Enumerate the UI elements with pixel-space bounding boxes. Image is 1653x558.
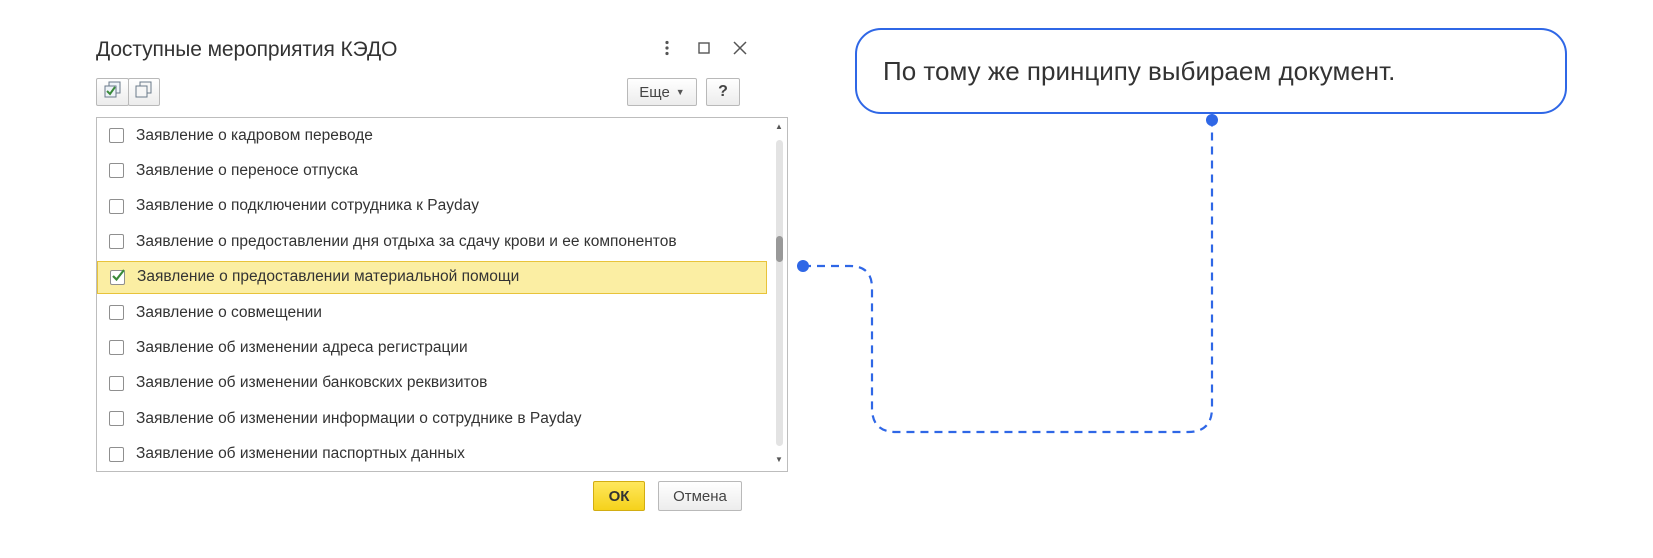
- scroll-up-icon[interactable]: ▲: [773, 120, 785, 132]
- events-list: Заявление о кадровом переводе Заявление о…: [96, 117, 788, 472]
- checkbox[interactable]: [109, 375, 124, 391]
- list-item[interactable]: Заявление о предоставлении материальной …: [97, 260, 767, 294]
- checkbox[interactable]: [109, 128, 124, 143]
- ok-button[interactable]: ОК: [593, 481, 645, 511]
- list-item-label: Заявление о предоставлении материальной …: [137, 268, 520, 286]
- more-button-label: Еще: [639, 83, 670, 101]
- check-all-button[interactable]: [96, 78, 129, 106]
- list-item-label: Заявление о предоставлении дня отдыха за…: [136, 232, 677, 250]
- help-button[interactable]: ?: [706, 78, 740, 106]
- list-item-label: Заявление о кадровом переводе: [136, 126, 373, 144]
- checkbox[interactable]: [109, 198, 124, 214]
- list-item-label: Заявление о совмещении: [136, 303, 322, 321]
- checkbox[interactable]: [109, 234, 124, 250]
- kedo-events-dialog: Доступные мероприятия КЭДО Еще ▼ ? Заявл…: [82, 22, 802, 522]
- callout-bubble: По тому же принципу выбираем документ.: [855, 28, 1567, 114]
- list-item-label: Заявление об изменении адреса регистраци…: [136, 338, 468, 356]
- callout-text: По тому же принципу выбираем документ.: [883, 55, 1396, 86]
- chevron-down-icon: ▼: [675, 87, 685, 97]
- checkbox[interactable]: [109, 411, 124, 427]
- cancel-button[interactable]: Отмена: [658, 481, 742, 511]
- list-item-label: Заявление о подключении сотрудника к Pay…: [136, 197, 479, 215]
- close-icon[interactable]: [728, 36, 752, 60]
- checkmark-icon: [112, 268, 125, 281]
- dialog-title: Доступные мероприятия КЭДО: [96, 38, 398, 61]
- list-item[interactable]: Заявление об изменении паспортных данных: [97, 438, 767, 471]
- list-item[interactable]: Заявление о кадровом переводе: [97, 119, 767, 152]
- scroll-track[interactable]: [776, 140, 783, 446]
- uncheck-all-icon: [134, 81, 154, 104]
- checkbox[interactable]: [109, 305, 124, 320]
- list-item-label: Заявление об изменении паспортных данных: [136, 445, 465, 463]
- list-item-label: Заявление об изменении банковских реквиз…: [136, 374, 488, 392]
- checkbox-checked[interactable]: [110, 268, 125, 285]
- uncheck-all-button[interactable]: [128, 78, 160, 106]
- list-item-label: Заявление об изменении информации о сотр…: [136, 409, 582, 427]
- list-item[interactable]: Заявление о подключении сотрудника к Pay…: [97, 190, 767, 223]
- list-item[interactable]: Заявление об изменении информации о сотр…: [97, 402, 767, 435]
- scroll-thumb[interactable]: [776, 236, 783, 262]
- checkbox[interactable]: [109, 340, 124, 356]
- list-item[interactable]: Заявление о совмещении: [97, 296, 767, 329]
- list-item[interactable]: Заявление о предоставлении дня отдыха за…: [97, 225, 767, 258]
- list-item[interactable]: Заявление об изменении банковских реквиз…: [97, 367, 767, 400]
- maximize-icon[interactable]: [692, 36, 716, 60]
- vertical-scrollbar[interactable]: ▲ ▼: [773, 120, 785, 469]
- list-item[interactable]: Заявление об изменении адреса регистраци…: [97, 331, 767, 364]
- check-all-icon: [103, 81, 123, 104]
- connector-end-dot: [1206, 114, 1218, 126]
- list-item-label: Заявление о переносе отпуска: [136, 161, 358, 179]
- vertical-dots-icon[interactable]: [655, 36, 679, 60]
- more-button[interactable]: Еще ▼: [627, 78, 697, 106]
- scroll-down-icon[interactable]: ▼: [773, 453, 785, 465]
- list-item[interactable]: Заявление о переносе отпуска: [97, 154, 767, 187]
- checkbox[interactable]: [109, 446, 124, 462]
- checkbox[interactable]: [109, 163, 124, 179]
